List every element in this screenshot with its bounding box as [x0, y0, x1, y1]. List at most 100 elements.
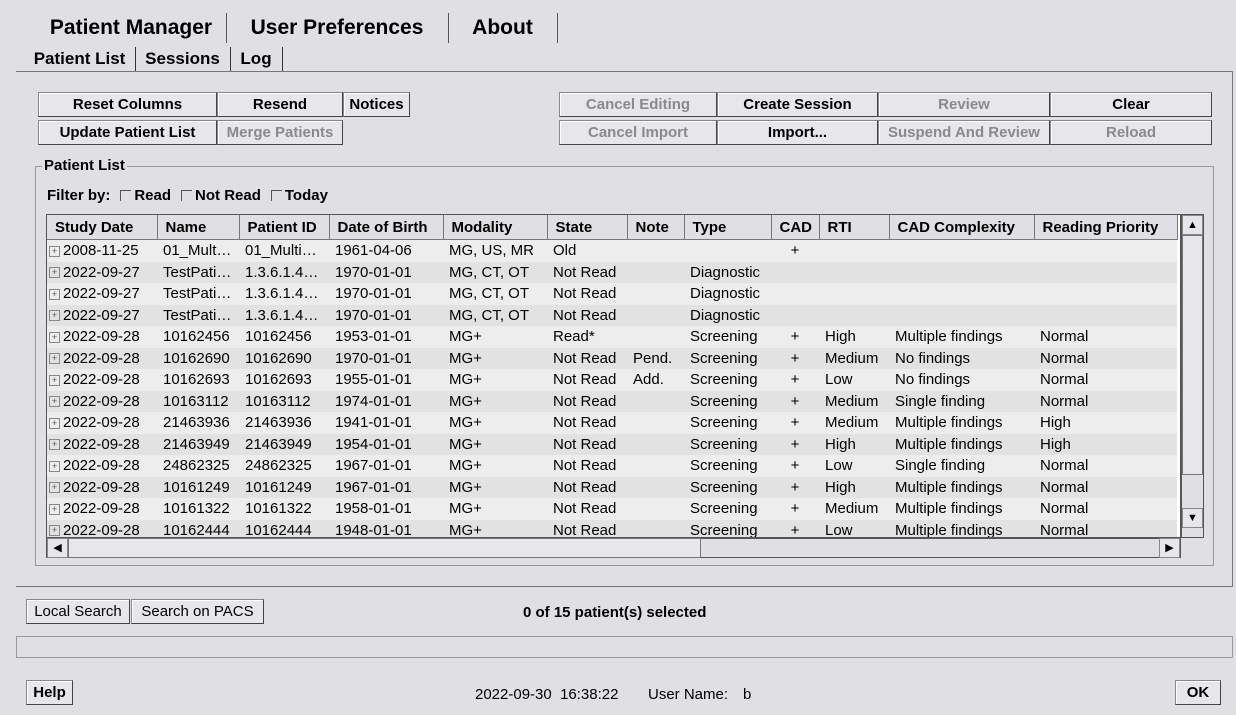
- cell-text: 1.3.6.1.4…: [245, 263, 319, 281]
- ok-button[interactable]: OK: [1175, 680, 1221, 705]
- plus-box-icon[interactable]: +: [49, 439, 60, 451]
- column-header[interactable]: Modality: [443, 215, 548, 240]
- table-cell: 21463936: [239, 412, 329, 434]
- reload-button[interactable]: Reload: [1050, 120, 1212, 145]
- table-row[interactable]: +2022-09-27 TestPati… 1.3.6.1.4… 1970-01-01…: [47, 283, 1177, 305]
- table-row[interactable]: +2022-09-28 10162690 10162690 1970-01-01 MG+…: [47, 347, 1177, 369]
- table-cell: Not Read: [547, 347, 627, 369]
- column-header[interactable]: CAD: [771, 215, 820, 240]
- table-row[interactable]: +2022-09-28 24862325 24862325 1967-01-01 MG+…: [47, 455, 1177, 477]
- cell-text: Add.: [633, 371, 664, 389]
- filter-today-checkbox[interactable]: [270, 190, 282, 201]
- plus-box-icon[interactable]: +: [49, 267, 60, 279]
- table-row[interactable]: +2022-09-28 10163112 10163112 1974-01-01 MG+…: [47, 390, 1177, 412]
- plus-box-icon[interactable]: +: [49, 396, 60, 408]
- reset-columns-button[interactable]: Reset Columns: [38, 92, 217, 117]
- table-cell: High: [1034, 433, 1177, 455]
- column-header[interactable]: RTI: [819, 215, 890, 240]
- table-cell: [1034, 239, 1177, 262]
- tab-about[interactable]: About: [448, 13, 558, 43]
- notices-button[interactable]: Notices: [343, 92, 410, 117]
- search-on-pacs-button[interactable]: Search on PACS: [131, 599, 264, 624]
- horizontal-scroll-thumb[interactable]: [68, 538, 701, 558]
- vertical-scrollbar[interactable]: ▲ ▼: [1181, 214, 1204, 538]
- import-button[interactable]: Import...: [717, 120, 878, 145]
- plus-box-icon[interactable]: +: [49, 525, 60, 537]
- table-cell: 21463936: [157, 412, 239, 434]
- table-row[interactable]: +2022-09-28 10161249 10161249 1967-01-01 MG+…: [47, 476, 1177, 498]
- suspend-and-review-button[interactable]: Suspend And Review: [878, 120, 1050, 145]
- cell-text: Screening: [690, 349, 758, 367]
- tab-log[interactable]: Log: [230, 47, 283, 71]
- table-row[interactable]: +2022-09-27 TestPati… 1.3.6.1.4… 1970-01-01…: [47, 304, 1177, 326]
- filter-read-checkbox[interactable]: [120, 190, 132, 201]
- tab-patient-manager[interactable]: Patient Manager: [36, 13, 227, 43]
- resend-button[interactable]: Resend: [217, 92, 343, 117]
- clear-button[interactable]: Clear: [1050, 92, 1212, 117]
- merge-patients-button[interactable]: Merge Patients: [217, 120, 343, 145]
- table-cell: [889, 239, 1034, 262]
- tab-sessions[interactable]: Sessions: [135, 47, 231, 71]
- plus-box-icon[interactable]: +: [49, 374, 60, 386]
- triangle-left-icon[interactable]: ◀: [47, 538, 68, 558]
- triangle-down-icon[interactable]: ▼: [1182, 508, 1203, 528]
- local-search-button[interactable]: Local Search: [26, 599, 130, 624]
- table-cell: MG+: [443, 476, 547, 498]
- column-header[interactable]: Type: [684, 215, 772, 240]
- horizontal-scrollbar[interactable]: ◀ ▶: [46, 538, 1181, 558]
- plus-box-icon[interactable]: +: [49, 417, 60, 429]
- column-header[interactable]: Name: [157, 215, 240, 240]
- cell-text: 2022-09-28: [63, 371, 140, 389]
- cell-text: Not Read: [553, 521, 617, 538]
- cell-text: Low: [825, 457, 853, 475]
- table-row[interactable]: +2022-09-28 10162456 10162456 1953-01-01 MG+…: [47, 326, 1177, 348]
- table-row[interactable]: +2022-09-28 10161322 10161322 1958-01-01 MG+…: [47, 498, 1177, 520]
- cell-text: Multiple findings: [895, 521, 1003, 538]
- plus-box-icon[interactable]: +: [49, 288, 60, 300]
- table-row[interactable]: +2022-09-28 10162444 10162444 1948-01-01 MG+…: [47, 519, 1177, 538]
- cell-text: MG, CT, OT: [449, 306, 529, 324]
- table-row[interactable]: +2022-09-27 TestPati… 1.3.6.1.4… 1970-01-01…: [47, 261, 1177, 283]
- cell-text: Screening: [690, 392, 758, 410]
- tab-user-preferences[interactable]: User Preferences: [226, 13, 449, 43]
- column-header[interactable]: Reading Priority: [1034, 215, 1178, 240]
- column-header[interactable]: Date of Birth: [329, 215, 444, 240]
- column-header[interactable]: Note: [627, 215, 685, 240]
- column-header[interactable]: CAD Complexity: [889, 215, 1035, 240]
- review-button[interactable]: Review: [878, 92, 1050, 117]
- cell-text: MG+: [449, 500, 482, 518]
- update-patient-list-button[interactable]: Update Patient List: [38, 120, 217, 145]
- table-cell: Low: [819, 369, 889, 391]
- selection-status: 0 of 15 patient(s) selected: [523, 604, 707, 621]
- cancel-import-button[interactable]: Cancel Import: [559, 120, 717, 145]
- triangle-right-icon[interactable]: ▶: [1159, 538, 1180, 558]
- table-row[interactable]: +2022-09-28 10162693 10162693 1955-01-01 MG+…: [47, 369, 1177, 391]
- column-header[interactable]: Patient ID: [239, 215, 330, 240]
- cell-text: MG+: [449, 371, 482, 389]
- table-row[interactable]: +2008-11-25 01_Mult… 01_Multi… 1961-04-06 MG…: [47, 239, 1177, 262]
- table-row[interactable]: +2022-09-28 21463949 21463949 1954-01-01 MG+…: [47, 433, 1177, 455]
- tab-patient-list[interactable]: Patient List: [24, 47, 136, 71]
- column-header[interactable]: Study Date: [47, 215, 158, 240]
- plus-box-icon[interactable]: +: [49, 482, 60, 494]
- plus-box-icon[interactable]: +: [49, 310, 60, 322]
- table-cell: Not Read: [547, 283, 627, 305]
- plus-box-icon[interactable]: +: [49, 353, 60, 365]
- cell-text: 1970-01-01: [335, 349, 412, 367]
- plus-box-icon[interactable]: +: [49, 331, 60, 343]
- plus-box-icon[interactable]: +: [49, 245, 60, 257]
- column-header[interactable]: State: [547, 215, 628, 240]
- filter-not-read-checkbox[interactable]: [181, 190, 193, 201]
- vertical-scroll-thumb[interactable]: [1182, 235, 1203, 475]
- table-row[interactable]: +2022-09-28 21463936 21463936 1941-01-01 MG+…: [47, 412, 1177, 434]
- plus-box-icon[interactable]: +: [49, 503, 60, 515]
- help-button[interactable]: Help: [26, 680, 73, 705]
- cell-text: Multiple findings: [895, 435, 1003, 453]
- create-session-button[interactable]: Create Session: [717, 92, 878, 117]
- triangle-up-icon[interactable]: ▲: [1182, 215, 1203, 235]
- table-cell: [627, 239, 684, 262]
- cancel-editing-button[interactable]: Cancel Editing: [559, 92, 717, 117]
- cell-text: Normal: [1040, 521, 1089, 538]
- cell-text: 21463936: [245, 414, 312, 432]
- plus-box-icon[interactable]: +: [49, 460, 60, 472]
